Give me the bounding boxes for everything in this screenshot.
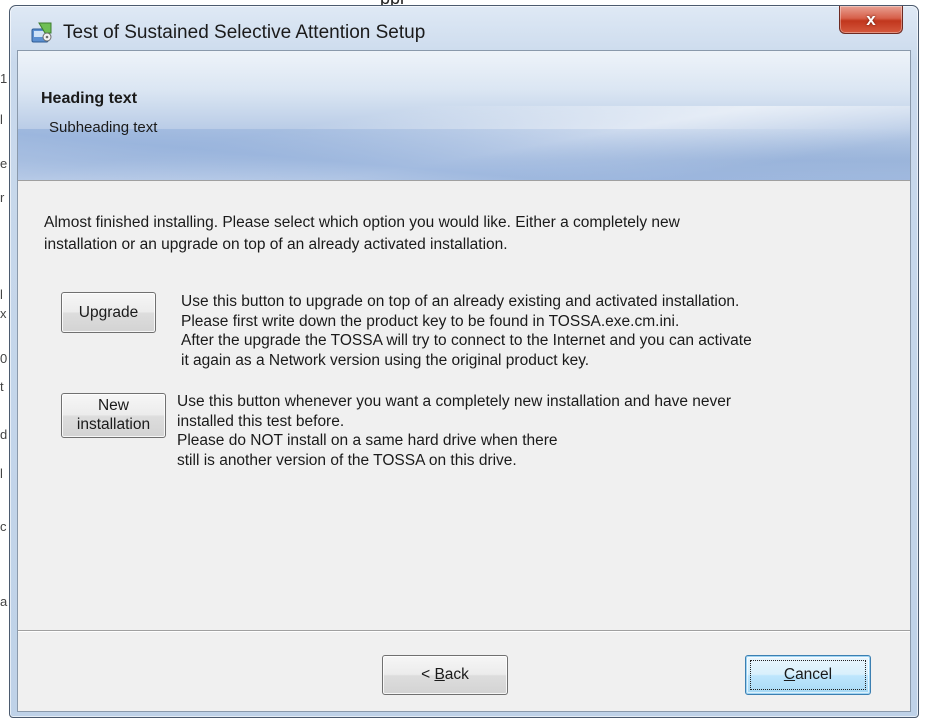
header-banner: Heading text Subheading text bbox=[18, 51, 910, 180]
title-bar[interactable]: Test of Sustained Selective Attention Se… bbox=[10, 6, 918, 50]
cancel-button[interactable]: Cancel bbox=[745, 655, 871, 695]
divider bbox=[18, 180, 910, 181]
cancel-label-rest: ancel bbox=[795, 666, 833, 683]
new-installation-label-line2: installation bbox=[76, 416, 151, 433]
back-label-prefix: < bbox=[421, 666, 435, 683]
footer-divider bbox=[18, 630, 910, 631]
back-label-rest: ack bbox=[444, 666, 469, 683]
upgrade-description: Use this button to upgrade on top of an … bbox=[181, 293, 752, 369]
new-installation-button[interactable]: New installation bbox=[61, 393, 166, 438]
new-installation-description: Use this button whenever you want a comp… bbox=[177, 393, 732, 469]
upgrade-button[interactable]: Upgrade bbox=[61, 292, 156, 333]
window-title: Test of Sustained Selective Attention Se… bbox=[63, 22, 426, 43]
close-button[interactable]: x bbox=[839, 6, 903, 34]
setup-installer-icon bbox=[30, 21, 54, 45]
back-button[interactable]: < Back bbox=[382, 655, 508, 695]
banner-decoration bbox=[18, 129, 910, 180]
upgrade-button-label: Upgrade bbox=[78, 304, 139, 321]
page-subheading: Subheading text bbox=[49, 119, 158, 136]
page-heading: Heading text bbox=[41, 90, 138, 107]
close-icon: x bbox=[866, 9, 876, 29]
dialog-client-area: Heading text Subheading text Almost fini… bbox=[17, 50, 911, 712]
screen: ppl 1 l e r l x 0 t d l c a Test of Sust… bbox=[0, 0, 928, 724]
back-label-accelerator: B bbox=[434, 666, 445, 683]
new-installation-label-line1: New bbox=[97, 397, 129, 414]
intro-text: Almost finished installing. Please selec… bbox=[44, 214, 680, 253]
setup-dialog-window: Test of Sustained Selective Attention Se… bbox=[9, 5, 919, 718]
cancel-label-accelerator: C bbox=[783, 666, 796, 683]
